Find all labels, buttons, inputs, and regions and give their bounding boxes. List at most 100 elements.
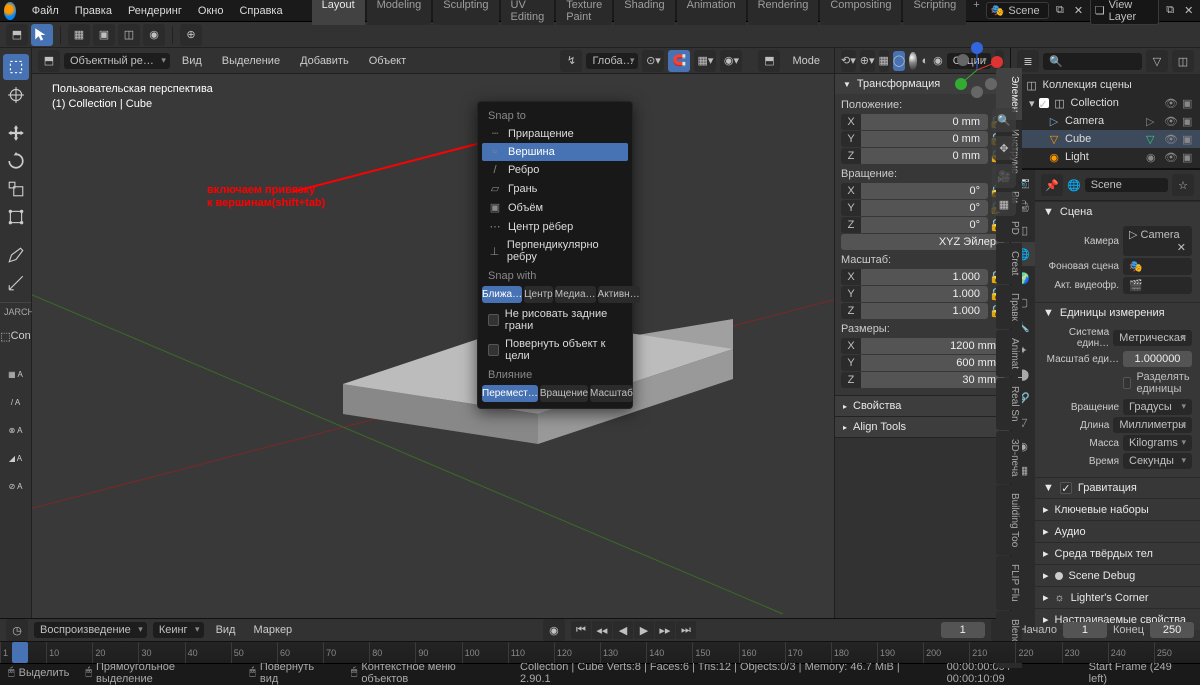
- mode-selector[interactable]: Объектный ре…: [64, 53, 170, 69]
- start-frame[interactable]: 1: [1063, 622, 1107, 638]
- tl-keying[interactable]: Кеинг: [153, 622, 204, 638]
- unit-length[interactable]: Миллиметры: [1113, 417, 1192, 433]
- affect-move[interactable]: Перемест…: [482, 385, 538, 402]
- tab-sculpting[interactable]: Sculpting: [433, 0, 498, 25]
- snap-edge-center[interactable]: ⋯Центр рёбер: [482, 217, 628, 236]
- viewport-3d[interactable]: ⬒ Объектный ре… Вид Выделение Добавить О…: [32, 48, 834, 618]
- orient-icon[interactable]: ↯: [560, 50, 582, 72]
- camera-view-icon[interactable]: 🎥: [992, 164, 1016, 188]
- tool-cross-a[interactable]: ⊗ A: [3, 417, 29, 443]
- psec-gravity[interactable]: ▼✓Гравитация: [1035, 478, 1200, 498]
- persp-ortho-icon[interactable]: ▦: [992, 192, 1016, 216]
- jump-end[interactable]: ⏭: [676, 621, 696, 639]
- psec-scene[interactable]: ▼Сцена: [1035, 202, 1200, 222]
- loc-z[interactable]: 0 mm: [861, 148, 988, 164]
- scale-z[interactable]: 1.000: [861, 303, 988, 319]
- xray-toggle[interactable]: ▦: [879, 50, 889, 72]
- vh-select[interactable]: Выделение: [214, 53, 288, 69]
- tool-angle-a[interactable]: ◢ A: [3, 445, 29, 471]
- rot-x[interactable]: 0°: [861, 183, 988, 199]
- timeline-type[interactable]: ◷: [6, 619, 28, 641]
- scale-x[interactable]: 1.000: [861, 269, 988, 285]
- unit-mass[interactable]: Kilograms: [1123, 435, 1192, 451]
- menu-render[interactable]: Рендеринг: [120, 5, 190, 17]
- tab-modeling[interactable]: Modeling: [367, 0, 432, 25]
- tool-annotate[interactable]: [3, 242, 29, 268]
- tab-shading[interactable]: Shading: [614, 0, 674, 25]
- snapwith-closest[interactable]: Ближа…: [482, 286, 522, 303]
- select-mode-3[interactable]: ◫: [118, 24, 140, 46]
- snap-increment[interactable]: ┄Приращение: [482, 124, 628, 143]
- props-breadcrumb[interactable]: Scene: [1085, 178, 1168, 192]
- editor-type-icon[interactable]: ⬒: [38, 50, 60, 72]
- psec-units[interactable]: ▼Единицы измерения: [1035, 303, 1200, 323]
- tab-add[interactable]: +: [967, 0, 985, 25]
- ntab-create[interactable]: Creat: [996, 243, 1022, 283]
- ntab-edit[interactable]: Правк: [996, 285, 1022, 329]
- rot-y[interactable]: 0°: [861, 200, 988, 216]
- tool-scale[interactable]: [3, 176, 29, 202]
- jump-prev-key[interactable]: ◂◂: [592, 621, 612, 639]
- menu-file[interactable]: Файл: [24, 5, 67, 17]
- jump-start[interactable]: ⏮: [571, 621, 591, 639]
- layer-new[interactable]: ⧉: [1163, 2, 1178, 20]
- snap-vertex[interactable]: ▫Вершина: [482, 143, 628, 161]
- tree-collection[interactable]: ▾✓◫Collection👁▣: [1011, 94, 1200, 112]
- tree-scene-collection[interactable]: ▾◫Коллекция сцены: [1011, 76, 1200, 94]
- tool-move[interactable]: [3, 120, 29, 146]
- active-clip[interactable]: 🎬: [1123, 277, 1192, 294]
- tab-scripting[interactable]: Scripting: [903, 0, 966, 25]
- snap-volume[interactable]: ▣Объём: [482, 198, 628, 217]
- vh-mode-label[interactable]: Mode: [784, 53, 828, 69]
- tool-select[interactable]: [3, 54, 29, 80]
- tab-animation[interactable]: Animation: [677, 0, 746, 25]
- layer-selector[interactable]: ❏ View Layer: [1090, 0, 1159, 25]
- separate-units[interactable]: [1123, 377, 1131, 389]
- vh-add[interactable]: Добавить: [292, 53, 357, 69]
- affect-rotate[interactable]: Вращение: [540, 385, 588, 402]
- psec-rigidbody[interactable]: ▸Среда твёрдых тел: [1035, 543, 1200, 564]
- editor-mode-right[interactable]: ⬒: [758, 50, 780, 72]
- ntab-animate[interactable]: Animat: [996, 330, 1022, 377]
- cursor-tool-icon[interactable]: ⊕: [180, 24, 202, 46]
- editor-type-3dview[interactable]: ⬒: [6, 24, 28, 46]
- unit-scale[interactable]: 1.000000: [1123, 351, 1192, 367]
- loc-x[interactable]: 0 mm: [861, 114, 988, 130]
- snapwith-median[interactable]: Медиа…: [555, 286, 596, 303]
- tree-cube[interactable]: ▽Cube▽👁▣: [1011, 130, 1200, 148]
- tool-select-active[interactable]: [31, 24, 53, 46]
- vh-view[interactable]: Вид: [174, 53, 210, 69]
- layer-delete[interactable]: ✕: [1181, 2, 1196, 20]
- viewport-canvas[interactable]: Пользовательская перспектива (1) Collect…: [32, 74, 834, 618]
- nav-gizmo[interactable]: [949, 42, 1005, 98]
- snapwith-center[interactable]: Центр: [524, 286, 553, 303]
- shade-wire[interactable]: ◯: [893, 51, 905, 71]
- snap-edge-perp[interactable]: ⊥Перпендикулярно ребру: [482, 236, 628, 266]
- rot-z[interactable]: 0°: [861, 217, 988, 233]
- select-mode-1[interactable]: ▦: [68, 24, 90, 46]
- outliner-new-coll[interactable]: ◫: [1172, 50, 1194, 72]
- dim-z[interactable]: 30 mm: [861, 372, 1004, 388]
- end-frame[interactable]: 250: [1150, 622, 1194, 638]
- tl-marker[interactable]: Маркер: [247, 622, 298, 638]
- tool-line-a[interactable]: / A: [3, 389, 29, 415]
- psec-scenedebug[interactable]: ▸Scene Debug: [1035, 565, 1200, 586]
- ntab-realsn[interactable]: Real Sn: [996, 378, 1022, 430]
- psec-keying[interactable]: ▸Ключевые наборы: [1035, 499, 1200, 520]
- eye-icon[interactable]: 👁: [1164, 97, 1178, 110]
- ntab-pd[interactable]: PD: [996, 213, 1022, 243]
- shade-rendered[interactable]: ◉: [933, 51, 943, 71]
- snap-backface[interactable]: Не рисовать задние грани: [482, 305, 628, 335]
- select-mode-4[interactable]: ◉: [143, 24, 165, 46]
- play-rev[interactable]: ◀: [613, 621, 633, 639]
- tool-cursor[interactable]: [3, 82, 29, 108]
- tl-view[interactable]: Вид: [210, 622, 242, 638]
- bg-scene[interactable]: 🎭: [1123, 258, 1192, 275]
- scale-y[interactable]: 1.000: [861, 286, 988, 302]
- proportional-edit[interactable]: ◉▾: [720, 50, 742, 72]
- autokey-icon[interactable]: ◉: [543, 619, 565, 641]
- tab-layout[interactable]: Layout: [312, 0, 365, 25]
- tool-jarch-con[interactable]: ⬚Con: [3, 323, 29, 349]
- unit-system[interactable]: Метрическая: [1113, 330, 1192, 346]
- timeline-ruler[interactable]: 1102030405060708090100110120130140150160…: [0, 641, 1200, 663]
